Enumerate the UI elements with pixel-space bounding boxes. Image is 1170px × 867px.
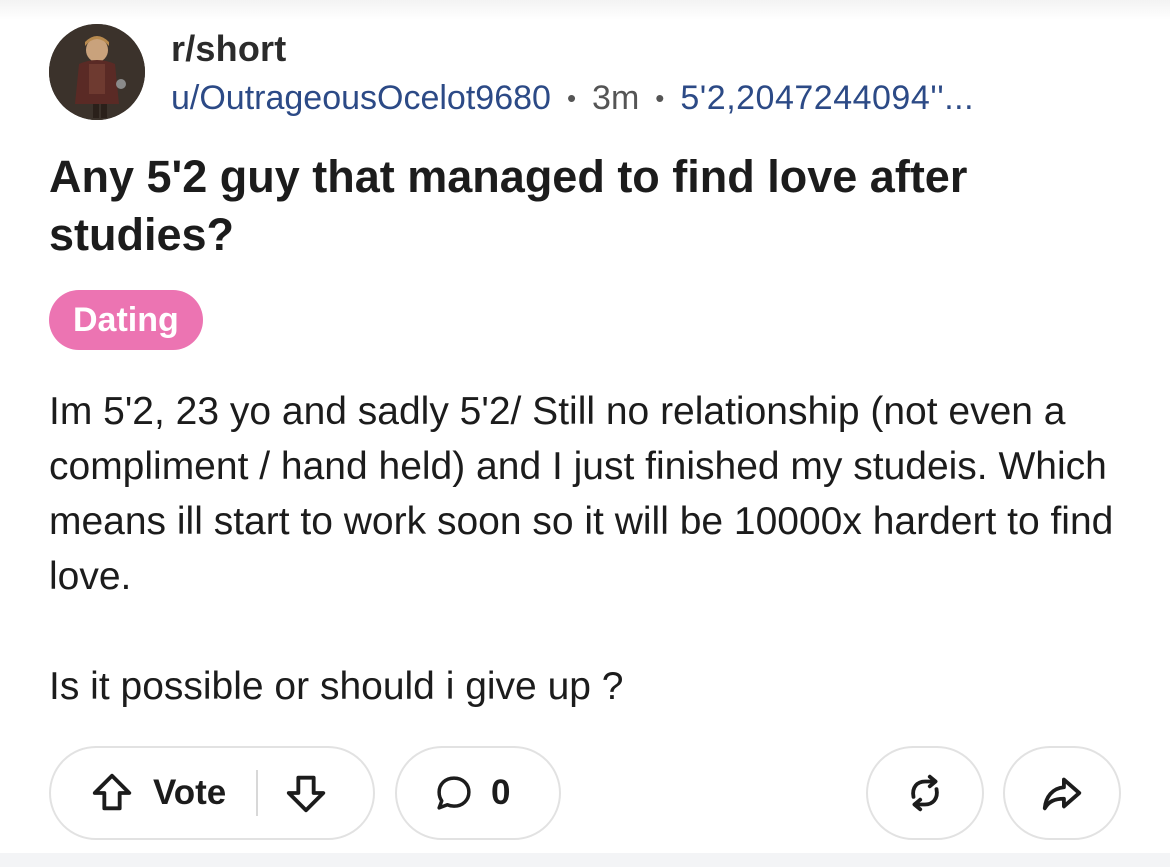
body-paragraph: Im 5'2, 23 yo and sadly 5'2/ Still no re…	[49, 390, 1114, 598]
user-flair: 5'2,2047244094''...	[680, 78, 975, 117]
post-meta: u/OutrageousOcelot9680 • 3m • 5'2,204724…	[171, 78, 974, 118]
vote-group: Vote	[49, 746, 375, 840]
post-age: 3m	[592, 78, 640, 117]
downvote-button[interactable]	[258, 748, 354, 838]
bottom-divider	[0, 853, 1170, 867]
user-avatar[interactable]	[49, 24, 145, 120]
author-username[interactable]: u/OutrageousOcelot9680	[171, 79, 551, 118]
vote-label: Vote	[153, 773, 227, 812]
post-page: r/short u/OutrageousOcelot9680 • 3m • 5'…	[0, 0, 1170, 867]
subreddit-name[interactable]: r/short	[171, 28, 286, 70]
crosspost-icon	[911, 774, 939, 812]
share-arrow-icon	[1042, 777, 1082, 811]
upvote-arrow-icon	[92, 773, 132, 811]
comments-button[interactable]: 0	[395, 746, 561, 840]
meta-separator: •	[566, 82, 577, 113]
post-flair-badge[interactable]: Dating	[49, 290, 203, 350]
avatar-image	[49, 24, 145, 120]
downvote-arrow-icon	[287, 775, 326, 813]
crosspost-button[interactable]	[866, 746, 984, 840]
post-body: Im 5'2, 23 yo and sadly 5'2/ Still no re…	[49, 384, 1129, 714]
post-title[interactable]: Any 5'2 guy that managed to find love af…	[49, 148, 1049, 264]
top-shadow	[0, 0, 1170, 20]
share-button[interactable]	[1003, 746, 1121, 840]
meta-separator: •	[655, 82, 665, 113]
body-paragraph: Is it possible or should i give up ?	[49, 665, 624, 708]
upvote-button[interactable]: Vote	[51, 748, 256, 838]
comments-count: 0	[491, 773, 511, 812]
comment-bubble-icon	[437, 776, 471, 810]
